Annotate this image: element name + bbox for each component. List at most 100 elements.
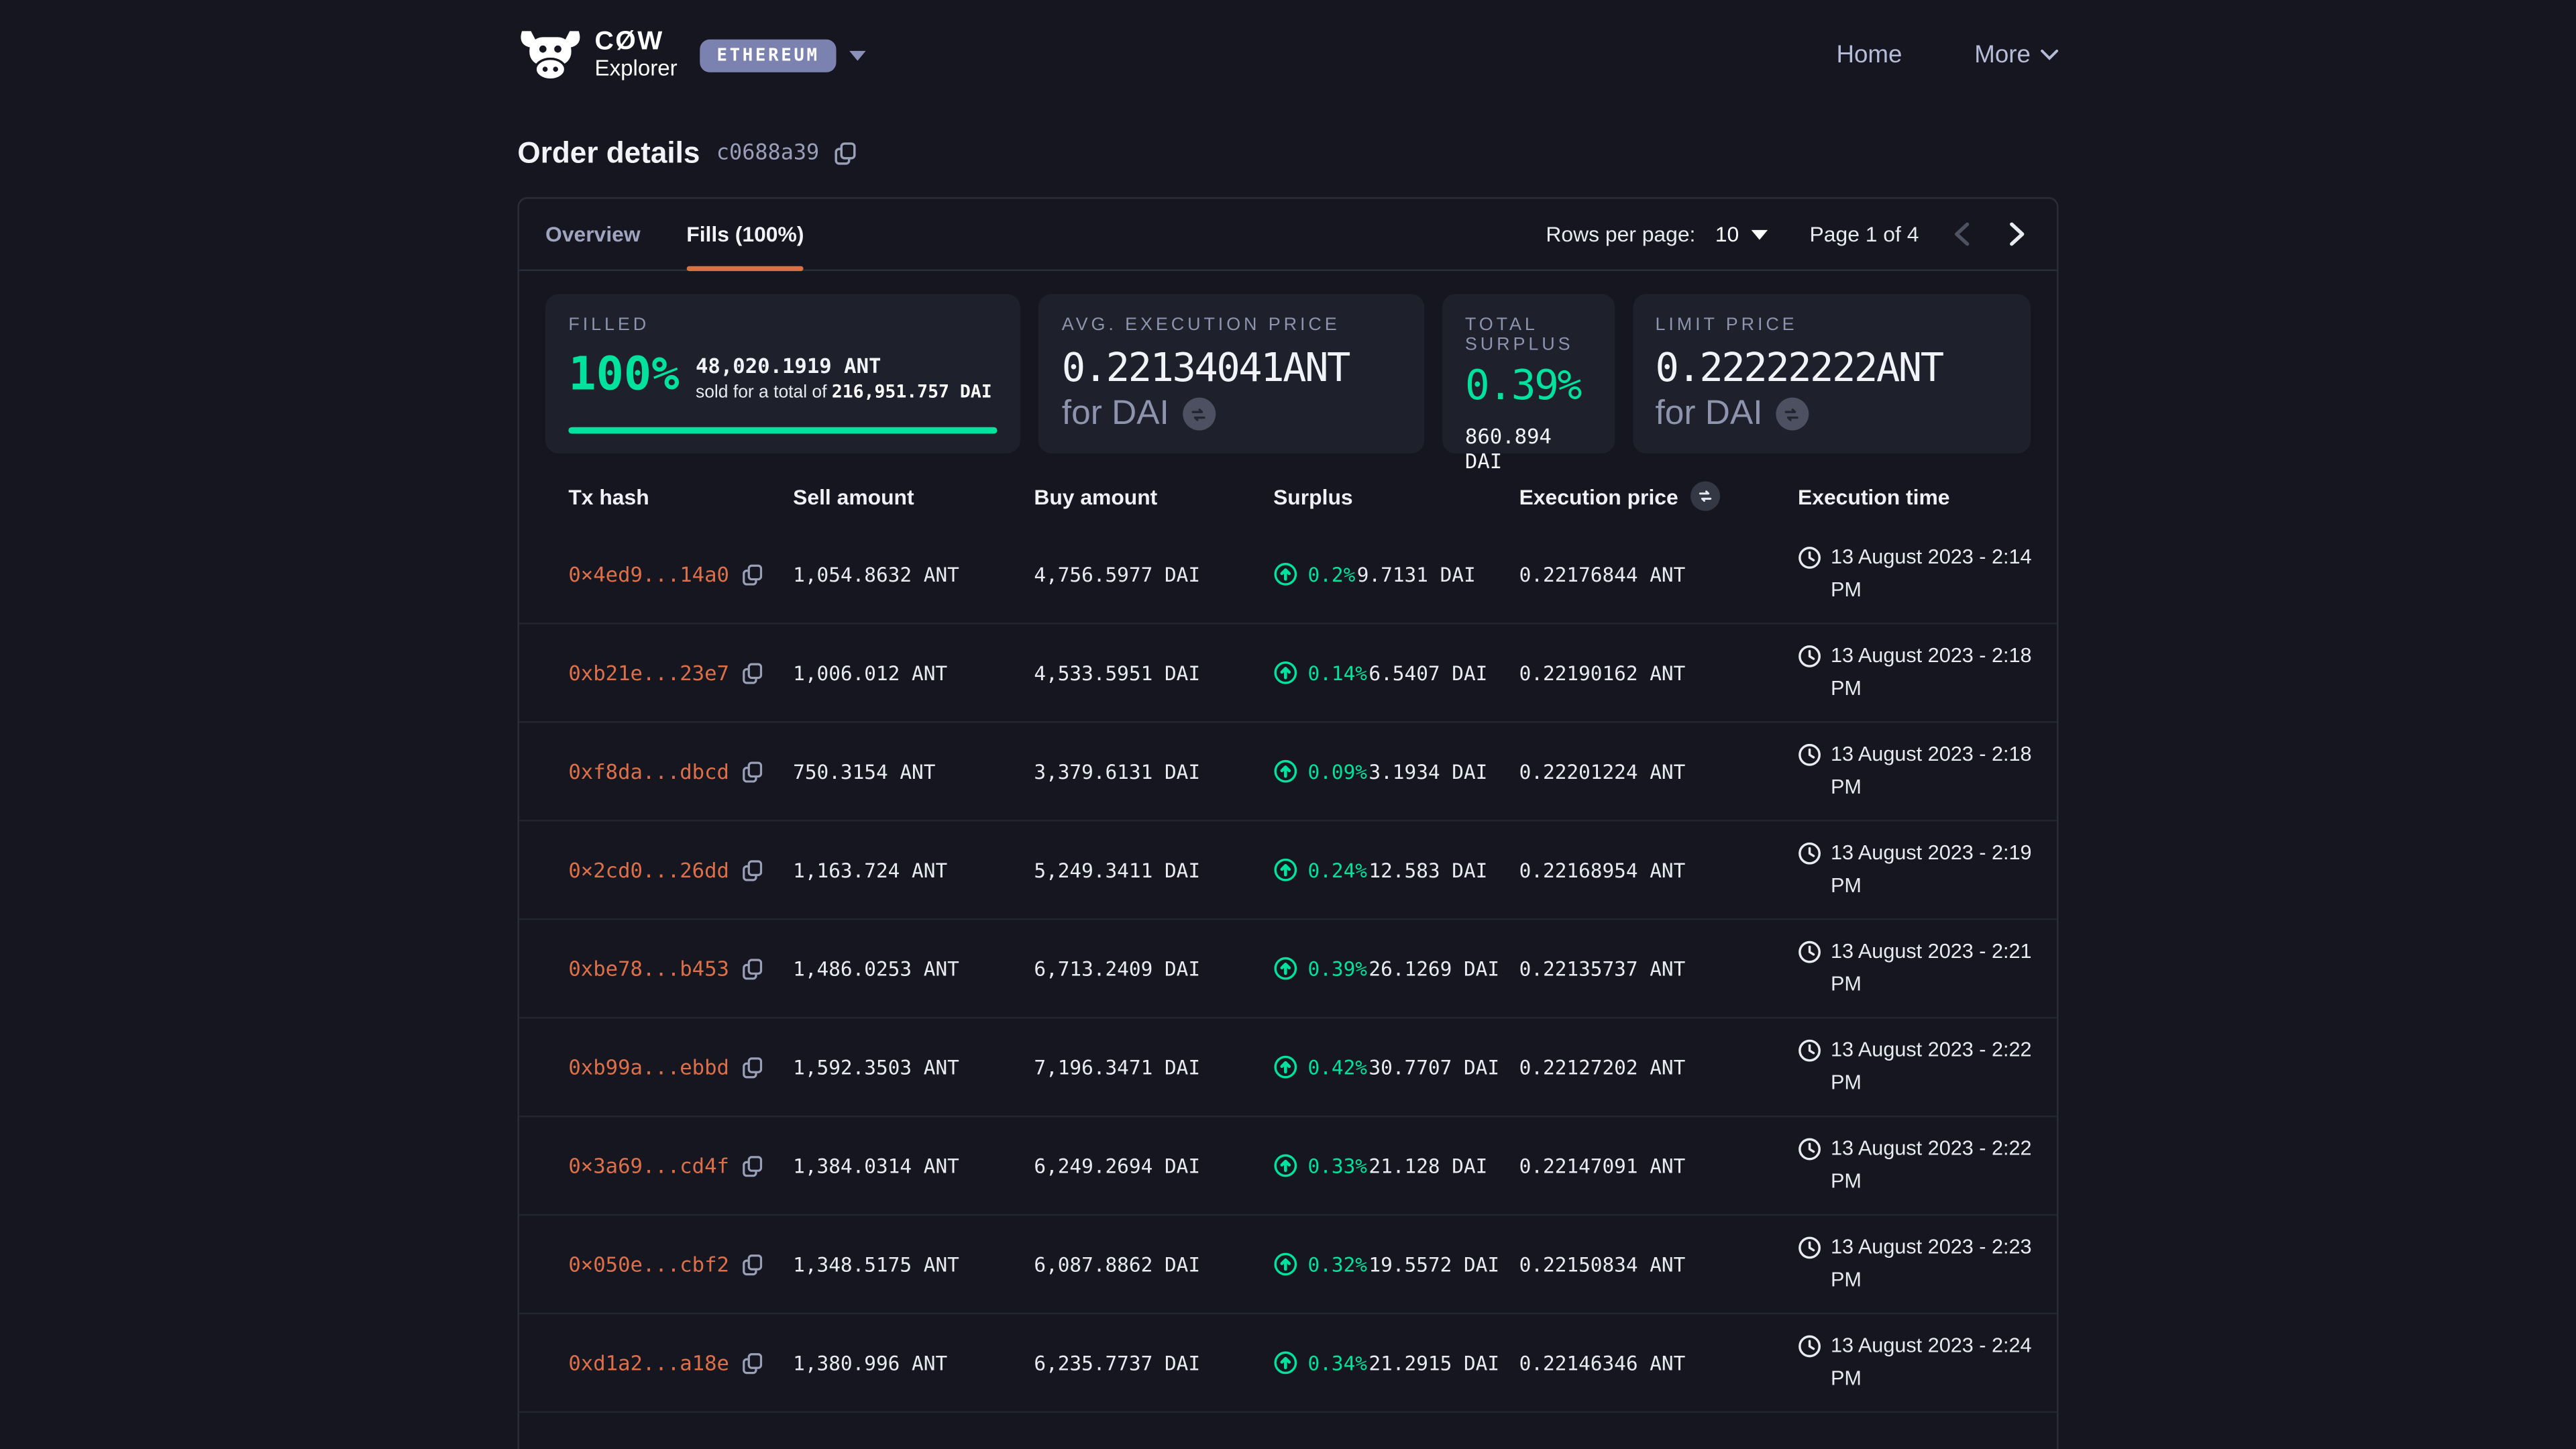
copy-icon[interactable] — [741, 1055, 763, 1078]
execution-time-text: 13 August 2023 - 2:24 PM — [1831, 1331, 2043, 1395]
copy-icon[interactable] — [741, 1154, 763, 1177]
tx-hash-link[interactable]: 0×4ed9...14a0 — [568, 562, 729, 587]
limit-price-unit: for DAI — [1656, 394, 1763, 434]
copy-icon[interactable] — [741, 1252, 763, 1275]
avg-price-unit: for DAI — [1062, 394, 1169, 434]
main-nav: Home More — [1836, 41, 2058, 69]
table-row: 0×2cd0...26dd 1,163.724 ANT 5,249.3411 D… — [519, 821, 2057, 920]
sell-amount-cell: 1,380.996 ANT — [793, 1351, 1034, 1374]
sell-amount-cell: 1,006.012 ANT — [793, 661, 1034, 684]
next-page-button[interactable] — [2002, 219, 2031, 250]
network-selector[interactable]: ETHEREUM — [700, 39, 865, 72]
rows-per-page-value: 10 — [1715, 222, 1739, 247]
clock-icon — [1798, 1236, 1823, 1260]
surplus-up-icon — [1273, 1252, 1298, 1277]
sell-amount-cell: 750.3154 ANT — [793, 760, 1034, 783]
chevron-right-icon — [2006, 222, 2027, 247]
surplus-cell: 0.14% 6.5407 DAI — [1273, 660, 1519, 685]
execution-price-cell: 0.22168954 ANT — [1519, 859, 1798, 881]
sell-amount-cell: 1,592.3503 ANT — [793, 1055, 1034, 1078]
swap-icon[interactable] — [1776, 398, 1809, 431]
tx-hash-link[interactable]: 0xbe78...b453 — [568, 956, 729, 981]
surplus-cell: 0.34% 21.2915 DAI — [1273, 1350, 1519, 1375]
logo[interactable]: CØW Explorer — [517, 30, 677, 80]
surplus-up-icon — [1273, 1350, 1298, 1375]
surplus-cell: 0.2% 9.7131 DAI — [1273, 562, 1519, 587]
surplus-amount: 21.128 DAI — [1368, 1154, 1487, 1177]
tab-fills[interactable]: Fills (100%) — [686, 199, 804, 269]
execution-time-cell: 13 August 2023 - 2:23 PM — [1798, 1232, 2057, 1296]
execution-time-text: 13 August 2023 - 2:22 PM — [1831, 1134, 2043, 1197]
sell-amount-cell: 1,163.724 ANT — [793, 859, 1034, 881]
surplus-amount: 3.1934 DAI — [1368, 760, 1487, 783]
surplus-amount: 26.1269 DAI — [1368, 957, 1499, 980]
table-row: 0×3a69...cd4f 1,384.0314 ANT 6,249.2694 … — [519, 1117, 2057, 1216]
surplus-cell: 0.33% 21.128 DAI — [1273, 1153, 1519, 1178]
tx-hash-link[interactable]: 0×2cd0...26dd — [568, 857, 729, 882]
copy-icon[interactable] — [741, 661, 763, 684]
tx-hash-link[interactable]: 0xf8da...dbcd — [568, 759, 729, 784]
copy-icon[interactable] — [741, 957, 763, 980]
total-surplus-label: TOTAL SURPLUS — [1465, 315, 1591, 355]
clock-icon — [1798, 1038, 1823, 1063]
network-badge[interactable]: ETHEREUM — [700, 39, 836, 72]
surplus-amount: 9.7131 DAI — [1357, 563, 1476, 586]
execution-time-cell: 13 August 2023 - 2:18 PM — [1798, 641, 2057, 704]
table-row: 0xd1a2...a18e 1,380.996 ANT 6,235.7737 D… — [519, 1314, 2057, 1413]
execution-price-cell: 0.22146346 ANT — [1519, 1351, 1798, 1374]
execution-price-cell: 0.22135737 ANT — [1519, 957, 1798, 980]
surplus-cell: 0.42% 30.7707 DAI — [1273, 1055, 1519, 1079]
surplus-up-icon — [1273, 857, 1298, 882]
copy-icon[interactable] — [741, 859, 763, 881]
rows-per-page-select[interactable]: 10 — [1715, 222, 1767, 247]
tx-hash-link[interactable]: 0×3a69...cd4f — [568, 1153, 729, 1178]
limit-price-value: 0.22222222ANT — [1656, 345, 2008, 391]
copy-icon[interactable] — [741, 563, 763, 586]
tab-overview[interactable]: Overview — [545, 199, 641, 269]
execution-time-text: 13 August 2023 - 2:18 PM — [1831, 739, 2043, 803]
buy-amount-cell: 6,249.2694 DAI — [1034, 1154, 1273, 1177]
tab-fills-label: Fills (100%) — [686, 222, 804, 247]
execution-time-text: 13 August 2023 - 2:14 PM — [1831, 542, 2043, 606]
col-buy-amount: Buy amount — [1034, 484, 1273, 508]
surplus-up-icon — [1273, 1153, 1298, 1178]
swap-icon[interactable] — [1690, 482, 1719, 511]
execution-time-text: 13 August 2023 - 2:19 PM — [1831, 838, 2043, 902]
surplus-cell: 0.24% 12.583 DAI — [1273, 857, 1519, 882]
execution-time-text: 13 August 2023 - 2:22 PM — [1831, 1035, 2043, 1099]
app: CØW Explorer ETHEREUM Home More Order de… — [0, 0, 2576, 1449]
copy-icon[interactable] — [741, 760, 763, 783]
tx-hash-link[interactable]: 0xd1a2...a18e — [568, 1350, 729, 1375]
execution-time-cell: 13 August 2023 - 2:21 PM — [1798, 936, 2057, 1000]
nav-more[interactable]: More — [1974, 41, 2058, 69]
sold-total: 216,951.757 DAI — [832, 381, 992, 402]
tx-hash-link[interactable]: 0×050e...cbf2 — [568, 1252, 729, 1277]
execution-time-text: 13 August 2023 - 2:18 PM — [1831, 641, 2043, 704]
surplus-percent: 0.33% — [1308, 1154, 1367, 1177]
surplus-amount: 30.7707 DAI — [1368, 1055, 1499, 1078]
prev-page-button[interactable] — [1948, 219, 1976, 250]
surplus-up-icon — [1273, 759, 1298, 784]
total-surplus-card: TOTAL SURPLUS 0.39% 860.894 DAI — [1442, 294, 1615, 453]
tx-hash-link[interactable]: 0xb99a...ebbd — [568, 1055, 729, 1079]
table-header: Tx hash Sell amount Buy amount Surplus E… — [519, 467, 2057, 526]
page-head: Order details c0688a39 — [517, 136, 2058, 170]
copy-icon[interactable] — [833, 142, 857, 166]
sold-prefix: sold for a total of — [696, 383, 832, 402]
swap-icon[interactable] — [1182, 398, 1215, 431]
table-row: 0×050e...cbf2 1,348.5175 ANT 6,087.8862 … — [519, 1216, 2057, 1314]
copy-icon[interactable] — [741, 1351, 763, 1374]
clock-icon — [1798, 841, 1823, 866]
clock-icon — [1798, 743, 1823, 767]
nav-home-label: Home — [1836, 41, 1902, 69]
surplus-percent: 0.32% — [1308, 1252, 1367, 1275]
brand-name: CØW — [595, 30, 678, 57]
brand-sub: Explorer — [595, 57, 678, 80]
surplus-cell: 0.32% 19.5572 DAI — [1273, 1252, 1519, 1277]
nav-more-label: More — [1974, 41, 2031, 69]
nav-home[interactable]: Home — [1836, 41, 1902, 69]
execution-time-cell: 13 August 2023 - 2:22 PM — [1798, 1134, 2057, 1197]
total-surplus-percent: 0.39% — [1465, 362, 1591, 409]
tx-hash-link[interactable]: 0xb21e...23e7 — [568, 660, 729, 685]
tab-bar: Overview Fills (100%) Rows per page: 10 … — [519, 199, 2057, 271]
